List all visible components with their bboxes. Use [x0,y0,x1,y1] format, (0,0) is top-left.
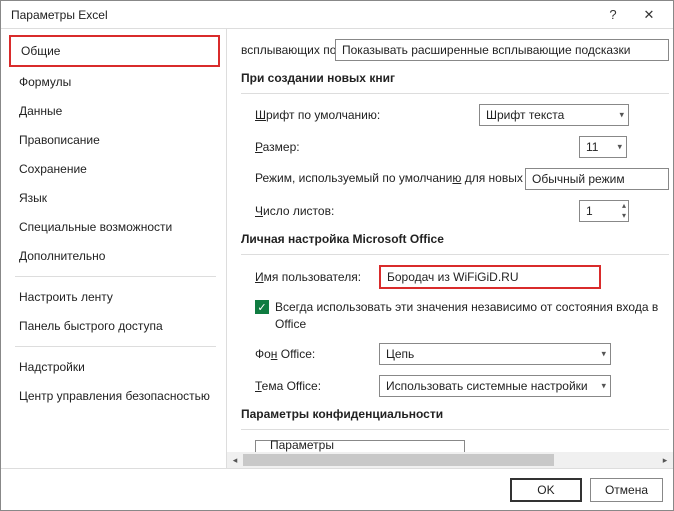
scroll-right-icon[interactable]: ▸ [657,452,673,468]
sheets-value: 1 [586,204,593,218]
mode-label: Режим, используемый по умолчанию для нов… [255,171,517,187]
horizontal-scrollbar[interactable]: ◂ ▸ [227,452,673,468]
scroll-thumb[interactable] [243,454,554,466]
ok-button[interactable]: OK [510,478,582,502]
always-use-checkbox[interactable]: ✓ Всегда использовать эти значения незав… [255,299,669,333]
bg-value: Цепь [386,347,414,361]
tooltips-select[interactable]: Показывать расширенные всплывающие подск… [335,39,669,61]
content-panel: всплывающих подсказок: Показывать расшир… [227,29,673,468]
help-button[interactable]: ? [595,2,631,28]
size-value: 11 [586,140,598,154]
spinner-icon[interactable]: ▴▾ [622,201,626,221]
font-label: Шрифт по умолчанию: [255,108,471,122]
username-label: Имя пользователя: [255,270,371,284]
scroll-left-icon[interactable]: ◂ [227,452,243,468]
divider [241,254,669,255]
always-use-label: Всегда использовать эти значения независ… [275,299,669,333]
scroll-track[interactable] [243,452,657,468]
sidebar-item-save[interactable]: Сохранение [9,155,220,183]
sidebar-item-trust-center[interactable]: Центр управления безопасностью [9,382,220,410]
section-privacy: Параметры конфиденциальности [241,407,669,421]
font-value: Шрифт текста [486,108,564,122]
theme-value: Использовать системные настройки [386,379,588,393]
sidebar: Общие Формулы Данные Правописание Сохран… [1,29,227,468]
theme-label: Тема Office: [255,379,371,393]
divider [241,93,669,94]
chevron-down-icon: ▾ [619,110,624,121]
tooltips-label: всплывающих подсказок: [241,43,327,57]
sidebar-item-accessibility[interactable]: Специальные возможности [9,213,220,241]
size-select[interactable]: 11 ▾ [579,136,627,158]
sidebar-item-general[interactable]: Общие [9,35,220,67]
theme-select[interactable]: Использовать системные настройки ▾ [379,375,611,397]
bg-select[interactable]: Цепь ▾ [379,343,611,365]
chevron-down-icon: ▾ [601,380,606,391]
username-input[interactable]: Бородач из WiFiGiD.RU [379,265,601,289]
dialog-footer: OK Отмена [1,469,673,511]
username-value: Бородач из WiFiGiD.RU [387,270,519,284]
size-label: Размер: [255,140,571,154]
mode-select[interactable]: Обычный режим [525,168,669,190]
cancel-button[interactable]: Отмена [590,478,663,502]
section-newbooks: При создании новых книг [241,71,669,85]
sidebar-item-formulas[interactable]: Формулы [9,68,220,96]
sidebar-separator [15,276,216,277]
font-select[interactable]: Шрифт текста ▾ [479,104,629,126]
bg-label: Фон Office: [255,347,371,361]
close-button[interactable]: ✕ [631,2,667,28]
tooltips-value: Показывать расширенные всплывающие подск… [342,43,630,57]
sidebar-item-proofing[interactable]: Правописание [9,126,220,154]
chevron-down-icon: ▾ [601,348,606,359]
sheets-input[interactable]: 1 ▴▾ [579,200,629,222]
sidebar-separator [15,346,216,347]
divider [241,429,669,430]
dialog-body: Общие Формулы Данные Правописание Сохран… [1,29,673,469]
sidebar-item-language[interactable]: Язык [9,184,220,212]
section-personal: Личная настройка Microsoft Office [241,232,669,246]
sidebar-item-data[interactable]: Данные [9,97,220,125]
mode-value: Обычный режим [532,172,625,186]
sheets-label: Число листов: [255,204,571,218]
sidebar-item-quick-access[interactable]: Панель быстрого доступа [9,312,220,340]
sidebar-item-advanced[interactable]: Дополнительно [9,242,220,270]
chevron-down-icon: ▾ [617,142,622,153]
checkmark-icon: ✓ [255,300,269,314]
sidebar-item-addins[interactable]: Надстройки [9,353,220,381]
titlebar: Параметры Excel ? ✕ [1,1,673,29]
sidebar-item-customize-ribbon[interactable]: Настроить ленту [9,283,220,311]
window-title: Параметры Excel [11,8,595,22]
